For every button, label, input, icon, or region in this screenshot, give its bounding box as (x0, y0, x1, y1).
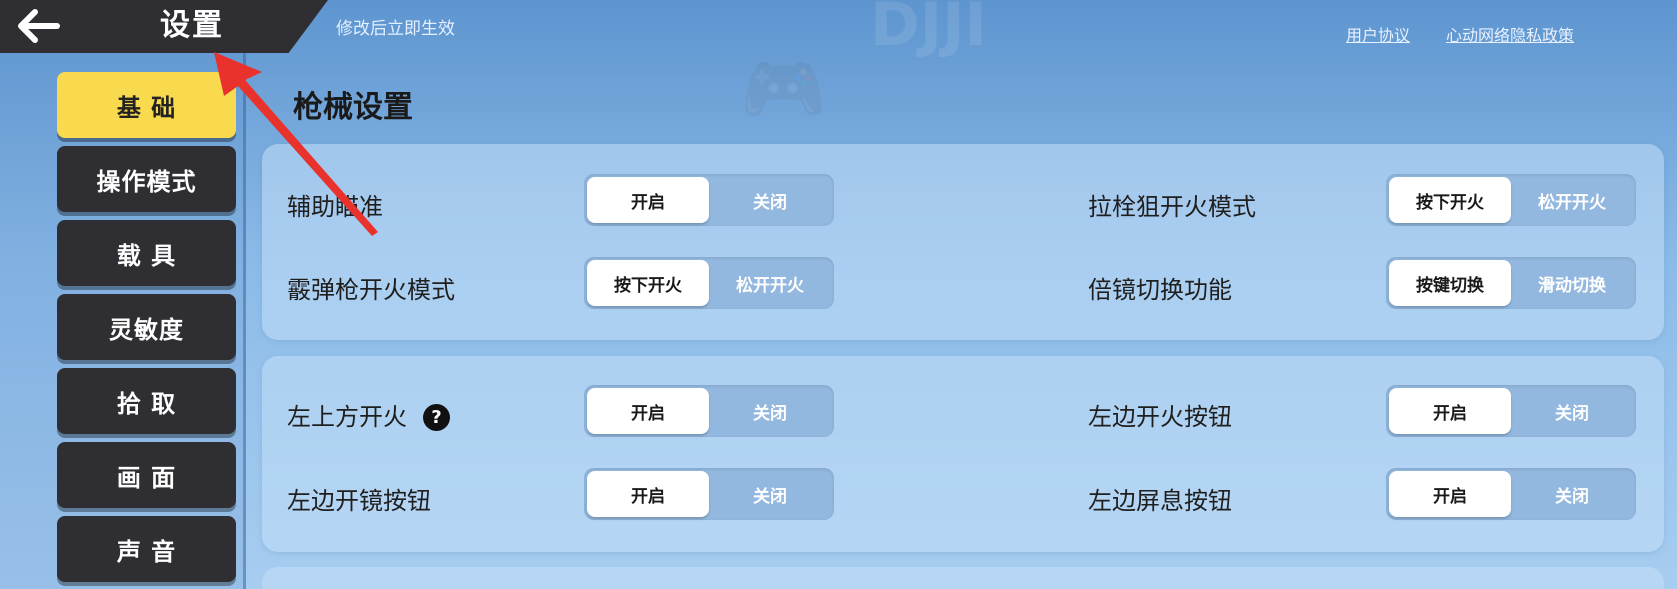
left-fire-button-toggle: 开启 关闭 (1386, 385, 1636, 437)
page-title: 设置 (160, 8, 224, 43)
back-button[interactable] (14, 6, 64, 46)
top-left-fire-row: 左上方开火? (287, 397, 450, 432)
scope-switch-toggle: 按键切换 滑动切换 (1386, 257, 1636, 309)
sidebar-item-control-mode[interactable]: 操作模式 (57, 146, 236, 212)
left-hold-breath-button-toggle: 开启 关闭 (1386, 468, 1636, 520)
help-question-icon[interactable]: ? (423, 404, 450, 431)
left-fire-button-label: 左边开火按钮 (1088, 403, 1232, 431)
sidebar-item-vehicle[interactable]: 载 具 (57, 220, 236, 286)
shotgun-fire-mode-label: 霰弹枪开火模式 (287, 276, 455, 304)
background-decoration: DJJI (870, 0, 987, 60)
left-scope-button-on-option[interactable]: 开启 (587, 471, 709, 517)
sidebar-item-pickup[interactable]: 拾 取 (57, 368, 236, 434)
scope-button-switch-option[interactable]: 按键切换 (1389, 260, 1511, 306)
sidebar-item-graphics[interactable]: 画 面 (57, 442, 236, 508)
left-hold-breath-off-option[interactable]: 关闭 (1511, 471, 1633, 517)
aim-assist-toggle: 开启 关闭 (584, 174, 834, 226)
bolt-sniper-fire-mode-toggle: 按下开火 松开开火 (1386, 174, 1636, 226)
scope-slide-switch-option[interactable]: 滑动切换 (1511, 260, 1633, 306)
shotgun-fire-mode-toggle: 按下开火 松开开火 (584, 257, 834, 309)
scope-switch-label: 倍镜切换功能 (1088, 276, 1232, 304)
left-hold-breath-button-label: 左边屏息按钮 (1088, 487, 1232, 515)
settings-category-sidebar: 基 础 操作模式 载 具 灵敏度 拾 取 画 面 声 音 (0, 53, 246, 589)
left-fire-button-off-option[interactable]: 关闭 (1511, 388, 1633, 434)
user-agreement-link[interactable]: 用户协议 (1346, 22, 1410, 46)
left-scope-button-off-option[interactable]: 关闭 (709, 471, 831, 517)
top-left-fire-label: 左上方开火 (287, 403, 407, 431)
shotgun-release-fire-option[interactable]: 松开开火 (709, 260, 831, 306)
top-left-fire-off-option[interactable]: 关闭 (709, 388, 831, 434)
sidebar-item-sensitivity[interactable]: 灵敏度 (57, 294, 236, 360)
aim-assist-on-option[interactable]: 开启 (587, 177, 709, 223)
gamepad-decoration-icon: 🎮 (740, 48, 828, 130)
bolt-sniper-press-fire-option[interactable]: 按下开火 (1389, 177, 1511, 223)
section-title: 枪械设置 (293, 90, 413, 125)
left-scope-button-toggle: 开启 关闭 (584, 468, 834, 520)
bolt-sniper-release-fire-option[interactable]: 松开开火 (1511, 177, 1633, 223)
changes-apply-immediately-hint: 修改后立即生效 (336, 19, 455, 39)
shotgun-press-fire-option[interactable]: 按下开火 (587, 260, 709, 306)
privacy-policy-link[interactable]: 心动网络隐私政策 (1446, 22, 1574, 46)
bolt-sniper-fire-mode-label: 拉栓狙开火模式 (1088, 193, 1256, 221)
sidebar-item-sound[interactable]: 声 音 (57, 516, 236, 582)
left-hold-breath-on-option[interactable]: 开启 (1389, 471, 1511, 517)
top-left-fire-toggle: 开启 关闭 (584, 385, 834, 437)
top-left-fire-on-option[interactable]: 开启 (587, 388, 709, 434)
back-arrow-icon (18, 9, 60, 43)
aim-assist-label: 辅助瞄准 (287, 193, 383, 221)
aim-assist-off-option[interactable]: 关闭 (709, 177, 831, 223)
left-scope-button-label: 左边开镜按钮 (287, 487, 431, 515)
next-settings-panel (262, 567, 1664, 589)
left-fire-button-on-option[interactable]: 开启 (1389, 388, 1511, 434)
sidebar-item-basic[interactable]: 基 础 (57, 72, 236, 138)
